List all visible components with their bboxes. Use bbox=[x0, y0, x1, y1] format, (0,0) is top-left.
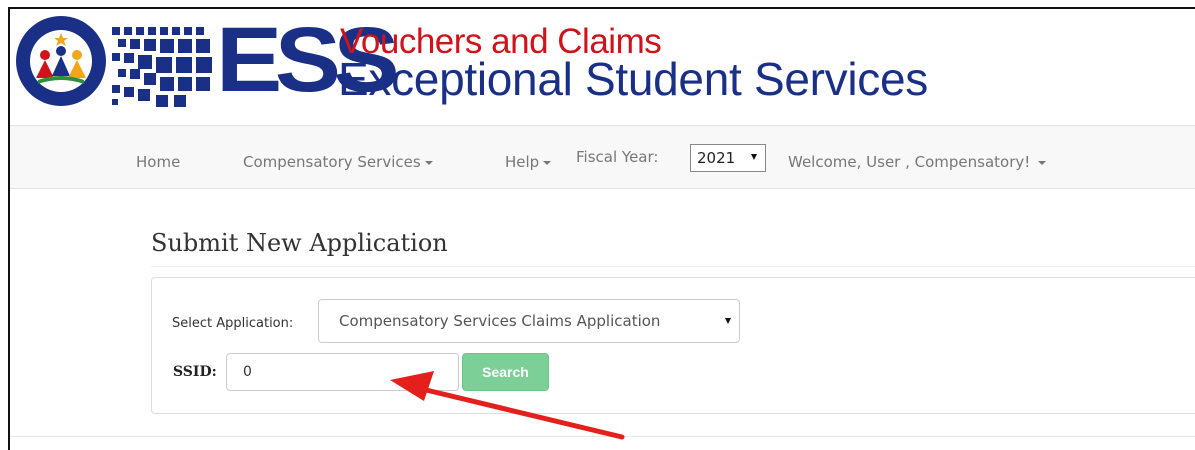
fiscal-year-value: 2021 bbox=[697, 149, 736, 167]
fiscal-year-select[interactable]: 2021 bbox=[690, 144, 766, 172]
application-select[interactable]: Compensatory Services Claims Application bbox=[318, 299, 740, 343]
application-panel bbox=[151, 277, 1195, 414]
bottom-divider bbox=[10, 436, 1195, 437]
caret-down-icon bbox=[543, 160, 552, 165]
page-title: Submit New Application bbox=[151, 229, 448, 257]
ssid-label: SSID: bbox=[173, 364, 217, 380]
brand-title: Exceptional Student Services bbox=[338, 53, 928, 105]
caret-down-icon bbox=[1038, 160, 1047, 165]
screenshot-frame: ESS Vouchers and Claims Exceptional Stud… bbox=[8, 7, 1195, 450]
nav-home-link[interactable]: Home bbox=[136, 153, 180, 171]
ssid-input[interactable] bbox=[226, 353, 459, 391]
application-select-value: Compensatory Services Claims Application bbox=[339, 312, 661, 330]
dropdown-arrow-icon bbox=[751, 154, 757, 160]
fiscal-year-label: Fiscal Year: bbox=[576, 148, 659, 166]
dropdown-arrow-icon bbox=[725, 318, 731, 324]
nav-compensatory-label: Compensatory Services bbox=[243, 153, 421, 171]
user-welcome-label: Welcome, User , Compensatory! bbox=[788, 153, 1031, 171]
user-menu-dropdown[interactable]: Welcome, User , Compensatory! bbox=[788, 153, 1047, 171]
caret-down-icon bbox=[424, 160, 433, 165]
search-button[interactable]: Search bbox=[462, 353, 549, 391]
nav-help-label: Help bbox=[505, 153, 540, 171]
nav-help-dropdown[interactable]: Help bbox=[505, 153, 552, 171]
select-application-label: Select Application: bbox=[172, 316, 294, 331]
top-navbar: Home Compensatory Services Help Fiscal Y… bbox=[10, 125, 1195, 189]
site-header: ESS Vouchers and Claims Exceptional Stud… bbox=[10, 9, 1195, 125]
nav-compensatory-dropdown[interactable]: Compensatory Services bbox=[243, 153, 433, 171]
ade-seal-logo bbox=[16, 16, 106, 106]
title-divider bbox=[151, 266, 1195, 267]
